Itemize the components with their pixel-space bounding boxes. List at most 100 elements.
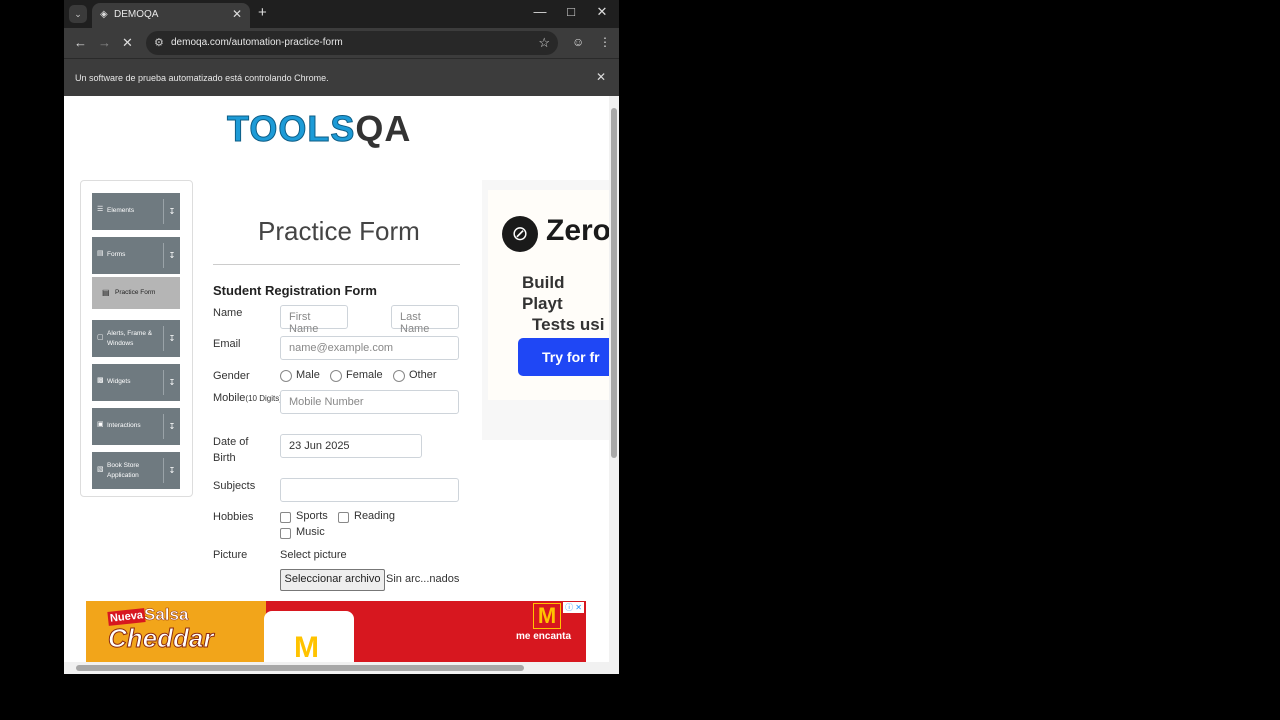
- sidebar-group-bookstore[interactable]: ▧ Book Store Application ↧: [92, 452, 180, 489]
- sidebar-group-label: Interactions: [107, 422, 141, 429]
- right-ad-banner[interactable]: ⊘ Zero Build Playt Tests usi Try for fr: [482, 180, 609, 440]
- tab-search-button[interactable]: ⌄: [69, 5, 87, 23]
- gender-option-label[interactable]: Other: [409, 369, 437, 381]
- gender-option-label[interactable]: Male: [296, 369, 320, 381]
- vertical-scrollbar[interactable]: [609, 96, 619, 662]
- horizontal-scroll-thumb[interactable]: [76, 665, 524, 671]
- logo-text-qa: QA: [355, 108, 412, 149]
- hobby-label[interactable]: Reading: [354, 510, 395, 522]
- new-tab-icon[interactable]: +: [258, 4, 267, 21]
- menu-icon[interactable]: ⋮: [599, 35, 611, 49]
- tab-demoqa[interactable]: ◈ DEMOQA ✕: [92, 3, 250, 28]
- sidebar-group-elements[interactable]: ☰ Elements ↧: [92, 193, 180, 230]
- infobar-close-icon[interactable]: ✕: [596, 70, 606, 84]
- file-status-text: Sin arc...nados: [386, 573, 460, 585]
- close-tab-icon[interactable]: ✕: [232, 7, 242, 21]
- dob-label-line2: Birth: [213, 452, 236, 464]
- expand-icon[interactable]: ↧: [163, 458, 180, 483]
- sidebar: ☰ Elements ↧ ▤ Forms ↧ ▤ Practice Form ▢…: [80, 180, 193, 497]
- dob-label-line1: Date of: [213, 436, 249, 448]
- sidebar-group-alerts[interactable]: ▢ Alerts, Frame & Windows ↧: [92, 320, 180, 357]
- ad-cta-button[interactable]: Try for fr: [518, 338, 609, 376]
- forward-icon[interactable]: →: [98, 35, 111, 50]
- choose-file-button[interactable]: Seleccionar archivo: [280, 569, 385, 591]
- html-icon: ▤: [102, 288, 110, 297]
- mobile-hint: (10 Digits): [245, 394, 282, 403]
- elements-icon: ☰: [97, 206, 104, 213]
- mobile-label-text: Mobile: [213, 392, 246, 404]
- picture-label: Picture: [213, 549, 248, 561]
- expand-icon[interactable]: ↧: [163, 414, 180, 439]
- sidebar-group-interactions[interactable]: ▣ Interactions ↧: [92, 408, 180, 445]
- minimize-icon[interactable]: —: [530, 4, 550, 19]
- gender-option-label[interactable]: Female: [346, 369, 383, 381]
- ad-slogan: me encanta: [516, 631, 572, 642]
- hobby-label[interactable]: Music: [296, 526, 325, 538]
- dob-label: Date of Birth: [213, 434, 248, 466]
- site-info-icon[interactable]: ⚙: [154, 36, 164, 49]
- email-label: Email: [213, 338, 241, 350]
- sidebar-item-practice-form[interactable]: ▤ Practice Form: [92, 277, 180, 309]
- browser-window: ⌄ ◈ DEMOQA ✕ + — □ ✕ ← → ✕ ⚙ demoqa.com/…: [64, 0, 619, 674]
- ad-headline-line2: Tests usi: [532, 315, 605, 334]
- forms-icon: ▤: [97, 250, 104, 257]
- address-bar[interactable]: ⚙ demoqa.com/automation-practice-form ☆: [146, 31, 558, 55]
- tab-bar: ⌄ ◈ DEMOQA ✕ + — □ ✕: [64, 0, 619, 28]
- close-window-icon[interactable]: ✕: [592, 4, 612, 20]
- toolsqa-logo[interactable]: TOOLSQA: [226, 108, 412, 150]
- zerostep-logo-icon: ⊘: [502, 216, 538, 252]
- vertical-scroll-thumb[interactable]: [611, 108, 617, 458]
- browser-toolbar: ← → ✕ ⚙ demoqa.com/automation-practice-f…: [64, 28, 619, 58]
- hobbies-label: Hobbies: [213, 511, 254, 523]
- sidebar-group-label: Widgets: [107, 378, 131, 385]
- hobby-reading-checkbox[interactable]: [338, 512, 349, 523]
- automation-notice: Un software de prueba automatizado está …: [75, 73, 329, 83]
- gender-male-radio[interactable]: [280, 370, 292, 382]
- name-label: Name: [213, 307, 243, 319]
- stop-loading-icon[interactable]: ✕: [122, 35, 133, 51]
- sidebar-item-label: Practice Form: [115, 289, 156, 296]
- hobby-label[interactable]: Sports: [296, 510, 328, 522]
- email-input[interactable]: name@example.com: [280, 336, 459, 360]
- hobby-sports-checkbox[interactable]: [280, 512, 291, 523]
- first-name-input[interactable]: First Name: [280, 305, 348, 335]
- ad-info-icon[interactable]: ⓘ ✕: [563, 602, 584, 613]
- select-picture-label: Select picture: [280, 549, 347, 561]
- expand-icon[interactable]: ↧: [163, 243, 180, 268]
- sidebar-group-label: Alerts, Frame & Windows: [107, 330, 153, 347]
- sidebar-group-label: Elements: [107, 207, 135, 214]
- subjects-label: Subjects: [213, 480, 256, 492]
- mcdonalds-logo-icon: M: [533, 603, 561, 629]
- automation-infobar: Un software de prueba automatizado está …: [64, 58, 619, 97]
- profile-icon[interactable]: ☺: [572, 35, 584, 49]
- horizontal-scrollbar[interactable]: [64, 662, 619, 674]
- widgets-icon: ▩: [97, 377, 104, 384]
- expand-icon[interactable]: ↧: [163, 199, 180, 224]
- ad-brand: Zero: [546, 214, 609, 247]
- last-name-input[interactable]: Last Name: [391, 305, 459, 335]
- logo-text-tools: TOOLS: [226, 108, 356, 150]
- gender-other-radio[interactable]: [393, 370, 405, 382]
- mobile-input[interactable]: Mobile Number: [280, 390, 459, 414]
- gender-female-radio[interactable]: [330, 370, 342, 382]
- window-icon: ▢: [97, 334, 104, 341]
- bookmark-star-icon[interactable]: ☆: [538, 35, 550, 51]
- cup-logo-icon: M: [294, 631, 319, 662]
- page-title: Practice Form: [258, 216, 420, 246]
- date-of-birth-input[interactable]: 23 Jun 2025: [280, 434, 422, 458]
- sidebar-group-forms[interactable]: ▤ Forms ↧: [92, 237, 180, 274]
- back-icon[interactable]: ←: [74, 35, 87, 50]
- ad-cheddar-label: Cheddar: [107, 623, 214, 654]
- expand-icon[interactable]: ↧: [163, 326, 180, 351]
- tab-title: DEMOQA: [114, 9, 159, 20]
- gender-label: Gender: [213, 370, 250, 382]
- sidebar-group-widgets[interactable]: ▩ Widgets ↧: [92, 364, 180, 401]
- subjects-input[interactable]: [280, 478, 459, 502]
- ad-headline-line1: Build Playt: [522, 273, 565, 313]
- form-title: Student Registration Form: [213, 283, 377, 298]
- hobby-music-checkbox[interactable]: [280, 528, 291, 539]
- maximize-icon[interactable]: □: [561, 4, 581, 19]
- expand-icon[interactable]: ↧: [163, 370, 180, 395]
- bottom-ad-banner[interactable]: Nueva Salsa Cheddar M M me encanta ⓘ ✕: [86, 601, 586, 662]
- url-text: demoqa.com/automation-practice-form: [171, 37, 343, 48]
